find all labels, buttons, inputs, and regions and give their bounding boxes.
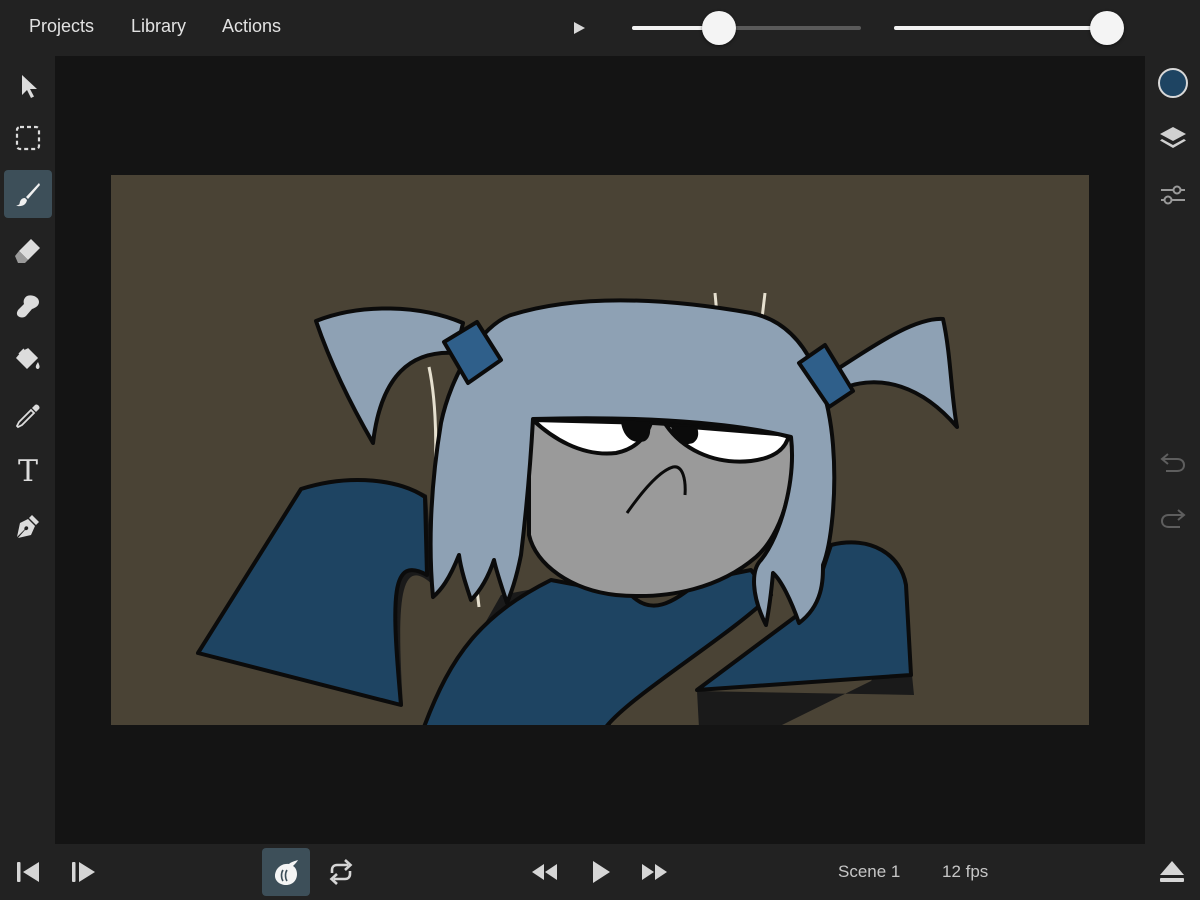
layers-button[interactable] bbox=[1156, 122, 1190, 156]
actions-menu[interactable]: Actions bbox=[222, 16, 281, 37]
fps-selector[interactable]: 12 fps bbox=[942, 862, 988, 882]
brush-icon bbox=[16, 183, 40, 207]
opacity-thumb[interactable] bbox=[1089, 11, 1124, 45]
tool-pen[interactable] bbox=[4, 502, 52, 550]
current-color-swatch[interactable] bbox=[1158, 68, 1188, 98]
scene-selector[interactable]: Scene 1 bbox=[838, 862, 900, 882]
eyedropper-icon bbox=[15, 404, 40, 429]
rewind-button[interactable] bbox=[520, 848, 568, 896]
tool-eraser[interactable] bbox=[4, 226, 52, 274]
arrow-pointer-icon bbox=[22, 75, 37, 98]
brush-size-slider[interactable] bbox=[632, 8, 861, 48]
undo-button[interactable] bbox=[1156, 446, 1190, 480]
top-toolbar: Projects Library Actions bbox=[0, 0, 1200, 56]
brush-size-thumb[interactable] bbox=[702, 11, 737, 45]
drawing-artboard[interactable] bbox=[111, 175, 1089, 725]
character-drawing bbox=[111, 175, 1089, 725]
fast-forward-icon bbox=[642, 864, 667, 880]
tool-brush[interactable] bbox=[4, 170, 52, 218]
smudge-icon bbox=[16, 295, 39, 318]
tool-select[interactable] bbox=[4, 62, 52, 110]
eraser-icon bbox=[15, 239, 40, 263]
tool-eyedropper[interactable] bbox=[4, 392, 52, 440]
canvas-viewport[interactable] bbox=[55, 56, 1145, 844]
expand-timeline-button[interactable] bbox=[1148, 848, 1196, 896]
next-frame-button[interactable] bbox=[60, 848, 108, 896]
step-back-icon bbox=[17, 862, 39, 882]
dashed-selection-icon bbox=[15, 125, 41, 151]
timeline-bar: Scene 1 12 fps bbox=[0, 844, 1200, 900]
tool-sidebar: T bbox=[0, 56, 55, 844]
right-sidebar bbox=[1145, 56, 1200, 844]
loop-button[interactable] bbox=[317, 848, 365, 896]
opacity-fill bbox=[894, 26, 1107, 30]
pen-nib-icon bbox=[17, 515, 39, 538]
tool-fill[interactable] bbox=[4, 336, 52, 384]
text-icon: T bbox=[17, 454, 38, 489]
tool-smudge[interactable] bbox=[4, 282, 52, 330]
rewind-icon bbox=[532, 864, 557, 880]
preview-play-icon[interactable] bbox=[568, 17, 590, 39]
projects-menu[interactable]: Projects bbox=[29, 16, 94, 37]
onion-icon bbox=[275, 860, 298, 885]
redo-icon bbox=[1160, 509, 1186, 528]
redo-button[interactable] bbox=[1156, 502, 1190, 536]
step-forward-icon bbox=[72, 862, 95, 882]
fast-forward-button[interactable] bbox=[631, 848, 679, 896]
loop-icon bbox=[329, 859, 353, 885]
play-button[interactable] bbox=[576, 848, 624, 896]
library-menu[interactable]: Library bbox=[131, 16, 186, 37]
color-picker[interactable] bbox=[1156, 66, 1190, 100]
layers-icon bbox=[1160, 127, 1186, 148]
adjustments-button[interactable] bbox=[1156, 178, 1190, 212]
tool-text[interactable]: T bbox=[4, 448, 52, 496]
opacity-slider[interactable] bbox=[894, 8, 1124, 48]
play-icon bbox=[593, 861, 610, 883]
previous-frame-button[interactable] bbox=[3, 848, 51, 896]
sliders-icon bbox=[1161, 185, 1185, 205]
paint-bucket-icon bbox=[15, 348, 40, 370]
onion-skin-button[interactable] bbox=[262, 848, 310, 896]
tool-marquee[interactable] bbox=[4, 114, 52, 162]
undo-icon bbox=[1160, 453, 1186, 472]
eject-icon bbox=[1160, 861, 1184, 882]
